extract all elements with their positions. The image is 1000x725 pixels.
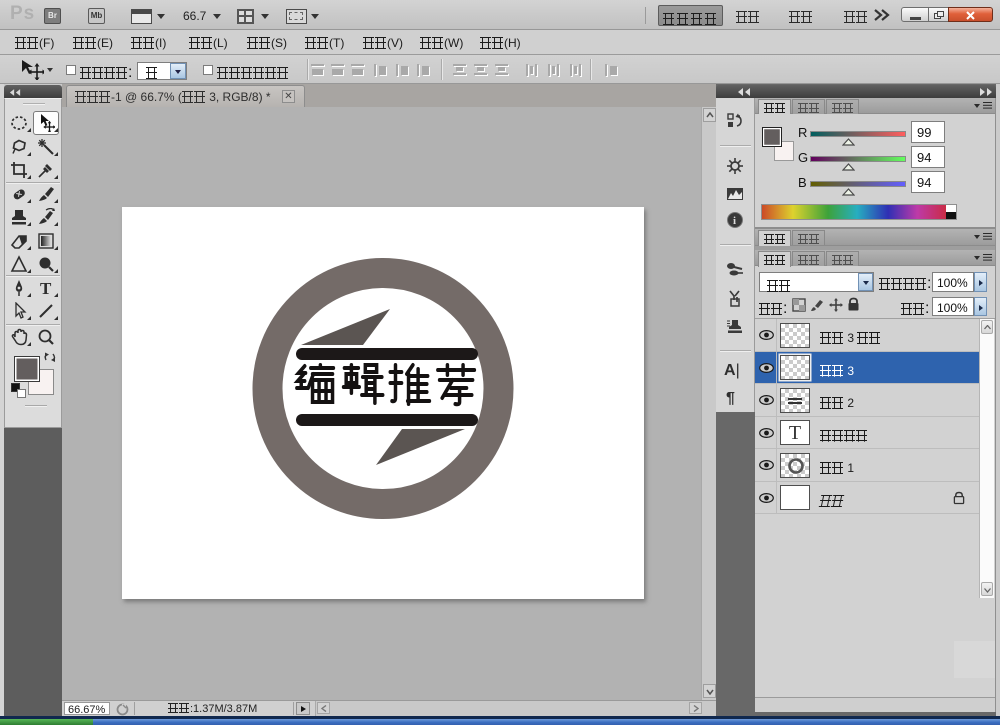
svg-text:i: i: [733, 215, 736, 227]
svg-text:T: T: [40, 279, 52, 297]
